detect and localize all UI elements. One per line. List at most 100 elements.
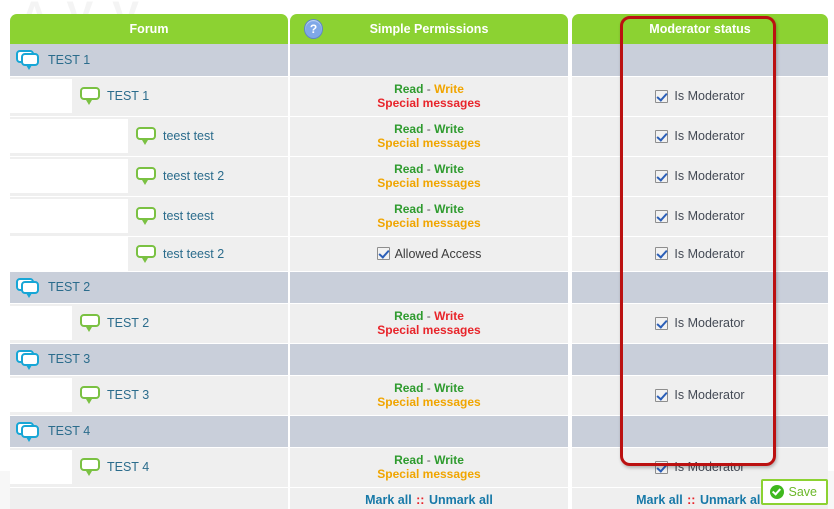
read-permission-link[interactable]: Read: [394, 453, 423, 467]
is-moderator-checkbox[interactable]: [655, 247, 669, 260]
permissions-cell: Allowed Access: [290, 236, 568, 272]
column-header-permissions: ? Simple Permissions: [290, 14, 568, 44]
forum-row: teest test 2 Read - Write Special messages…: [10, 156, 828, 197]
permissions-cell: [290, 415, 568, 448]
column-header-forum-label: Forum: [129, 22, 169, 36]
permissions-cell: Read - Write Special messages: [290, 116, 568, 157]
special-messages-permission-link[interactable]: Special messages: [377, 395, 480, 409]
moderator-status-cell: [572, 415, 828, 448]
special-messages-permission-link[interactable]: Special messages: [377, 96, 480, 110]
unmark-all-moderator-link[interactable]: Unmark all: [700, 493, 764, 507]
category-row: TEST 1: [10, 44, 828, 77]
forum-name-cell: teest test 2: [10, 156, 288, 197]
forum-bubble-icon: [80, 314, 102, 332]
is-moderator-label: Is Moderator: [674, 89, 745, 103]
save-button-label: Save: [788, 485, 818, 499]
allowed-access-checkbox[interactable]: [376, 247, 390, 260]
write-permission-link[interactable]: Write: [434, 162, 464, 176]
allowed-access-label: Allowed Access: [394, 246, 482, 261]
permissions-table: TEST 1 TEST 1 Read - Write Special messages…: [10, 44, 828, 509]
read-permission-link[interactable]: Read: [394, 202, 423, 216]
read-permission-link[interactable]: Read: [394, 381, 423, 395]
write-permission-link[interactable]: Write: [434, 122, 464, 136]
permissions-cell: Read - Write Special messages: [290, 156, 568, 197]
read-permission-link[interactable]: Read: [394, 162, 423, 176]
moderator-status-cell: Is Moderator: [572, 236, 828, 272]
forum-name-cell: TEST 4: [10, 447, 288, 488]
special-messages-permission-link[interactable]: Special messages: [377, 136, 480, 150]
permissions-cell: Read - Write Special messages: [290, 76, 568, 117]
forum-name-cell: teest test: [10, 116, 288, 157]
forum-category-icon: [16, 349, 42, 370]
write-permission-link[interactable]: Write: [434, 381, 464, 395]
column-header-forum: Forum: [10, 14, 288, 44]
special-messages-permission-link[interactable]: Special messages: [377, 467, 480, 481]
forum-name-label[interactable]: teest test 2: [158, 169, 224, 183]
read-permission-link[interactable]: Read: [394, 309, 423, 323]
forum-name-label[interactable]: TEST 1: [102, 89, 149, 103]
save-button[interactable]: Save: [760, 479, 828, 505]
permissions-cell: Read - Write Special messages: [290, 303, 568, 344]
special-messages-permission-link[interactable]: Special messages: [377, 323, 480, 337]
permissions-table-body: TEST 1 TEST 1 Read - Write Special messages…: [10, 44, 828, 509]
forum-bubble-icon: [136, 167, 158, 185]
forum-name-cell: TEST 2: [10, 303, 288, 344]
write-permission-link[interactable]: Write: [434, 453, 464, 467]
forum-name-cell: TEST 4: [10, 415, 288, 448]
write-permission-link[interactable]: Write: [434, 82, 464, 96]
permissions-cell: Read - Write Special messages: [290, 196, 568, 237]
forum-row: TEST 2 Read - Write Special messages Is Mod…: [10, 303, 828, 344]
is-moderator-checkbox[interactable]: [655, 388, 669, 402]
read-permission-link[interactable]: Read: [394, 82, 423, 96]
forum-name-cell: TEST 3: [10, 375, 288, 416]
forum-name-label[interactable]: TEST 4: [102, 460, 149, 474]
forum-bubble-icon: [136, 207, 158, 225]
mark-all-name-cell: [10, 487, 288, 509]
forum-name-label[interactable]: TEST 2: [102, 316, 149, 330]
special-messages-permission-link[interactable]: Special messages: [377, 176, 480, 190]
special-messages-permission-link[interactable]: Special messages: [377, 216, 480, 230]
category-name-label: TEST 1: [48, 52, 91, 67]
column-header-moderator-label: Moderator status: [649, 22, 751, 36]
category-row: TEST 2: [10, 271, 828, 304]
forum-row: teest test Read - Write Special messages Is…: [10, 116, 828, 157]
forum-row: TEST 3 Read - Write Special messages Is Mod…: [10, 375, 828, 416]
is-moderator-checkbox[interactable]: [655, 169, 669, 183]
is-moderator-checkbox[interactable]: [655, 89, 669, 103]
category-name-label: TEST 3: [48, 352, 91, 366]
forum-name-label[interactable]: TEST 3: [102, 388, 149, 402]
mark-all-row: Mark all :: Unmark all Mark all :: Unmark…: [10, 487, 828, 509]
forum-bubble-icon: [80, 87, 102, 105]
permissions-cell: Read - Write Special messages: [290, 375, 568, 416]
forum-row: test teest 2 Allowed Access Is Moderator: [10, 236, 828, 272]
mark-all-permissions-link[interactable]: Mark all: [365, 493, 412, 507]
column-header-moderator: Moderator status: [572, 14, 828, 44]
forum-name-cell: TEST 1: [10, 44, 288, 77]
moderator-status-cell: Is Moderator: [572, 196, 828, 237]
is-moderator-checkbox[interactable]: [655, 460, 669, 474]
is-moderator-checkbox[interactable]: [655, 209, 669, 223]
is-moderator-checkbox[interactable]: [655, 129, 669, 143]
is-moderator-checkbox[interactable]: [655, 316, 669, 330]
is-moderator-label: Is Moderator: [674, 388, 745, 402]
write-permission-link[interactable]: Write: [434, 202, 464, 216]
unmark-all-permissions-link[interactable]: Unmark all: [429, 493, 493, 507]
forum-name-label[interactable]: teest test: [158, 129, 214, 143]
question-mark-icon[interactable]: ?: [304, 19, 323, 39]
column-header-permissions-label: Simple Permissions: [369, 22, 489, 36]
moderator-status-cell: [572, 44, 828, 77]
read-permission-link[interactable]: Read: [394, 122, 423, 136]
category-row: TEST 4: [10, 415, 828, 448]
moderator-status-cell: Is Moderator: [572, 156, 828, 197]
forum-name-label[interactable]: test teest: [158, 209, 214, 223]
moderator-status-cell: [572, 343, 828, 376]
mark-all-moderator-link[interactable]: Mark all: [636, 493, 683, 507]
write-permission-link[interactable]: Write: [434, 309, 464, 323]
forum-name-label[interactable]: test teest 2: [158, 247, 224, 261]
moderator-status-cell: Is Moderator: [572, 116, 828, 157]
permissions-page: A V V Forum ? Simple Permissions Moderat…: [0, 0, 834, 509]
category-name-label: TEST 2: [48, 280, 91, 294]
is-moderator-label: Is Moderator: [674, 316, 745, 330]
forum-row: TEST 1 Read - Write Special messages Is Mod…: [10, 76, 828, 117]
category-row: TEST 3: [10, 343, 828, 376]
